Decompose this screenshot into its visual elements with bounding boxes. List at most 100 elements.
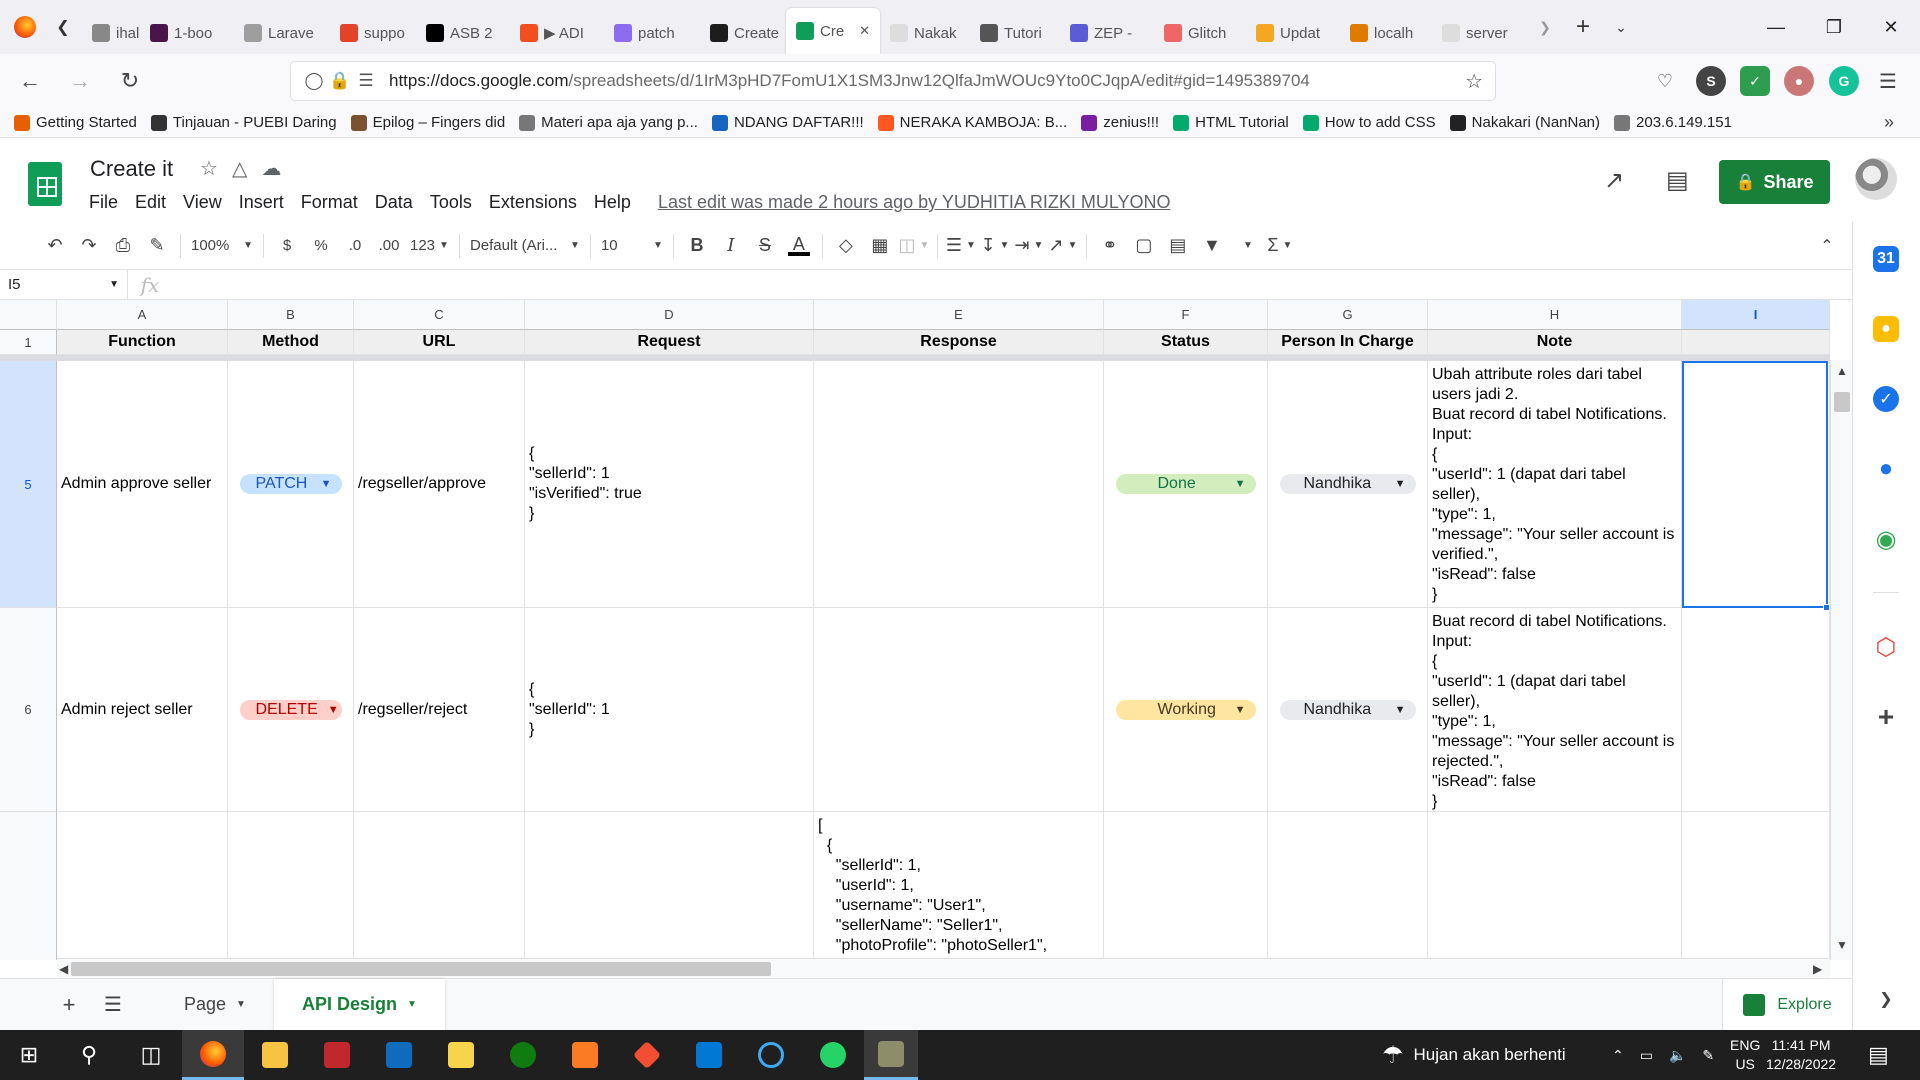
- browser-tab[interactable]: 1-boo: [140, 12, 234, 54]
- maximize-button[interactable]: ❐: [1805, 0, 1863, 54]
- menu-item-format[interactable]: Format: [301, 192, 358, 213]
- select-all-corner[interactable]: [0, 300, 57, 330]
- profile-s-icon[interactable]: S: [1696, 66, 1726, 96]
- status-cell[interactable]: Working ▼: [1104, 608, 1268, 812]
- increase-decimal-button[interactable]: .00: [372, 229, 406, 263]
- column-header-f[interactable]: F: [1104, 300, 1268, 330]
- browser-tab[interactable]: Tutori: [970, 12, 1060, 54]
- scroll-right-icon[interactable]: ▶: [1813, 962, 1822, 976]
- contacts-icon[interactable]: ●: [1873, 455, 1899, 482]
- bookmark-item[interactable]: How to add CSS: [1302, 114, 1436, 131]
- print-icon[interactable]: ⎙: [106, 229, 140, 263]
- menu-item-view[interactable]: View: [183, 192, 222, 213]
- menu-item-insert[interactable]: Insert: [239, 192, 284, 213]
- all-sheets-icon[interactable]: ☰: [96, 988, 130, 1022]
- volume-icon[interactable]: 🔈: [1669, 1047, 1686, 1064]
- red-app-icon[interactable]: [306, 1030, 368, 1080]
- filter-icon[interactable]: ▼: [1195, 229, 1229, 263]
- file-explorer-icon[interactable]: [244, 1030, 306, 1080]
- close-window-button[interactable]: ✕: [1862, 0, 1920, 54]
- header-cell-request[interactable]: Request: [525, 330, 814, 355]
- menu-item-help[interactable]: Help: [594, 192, 631, 213]
- header-cell-response[interactable]: Response: [814, 330, 1104, 355]
- scroll-up-icon[interactable]: ▲: [1836, 364, 1848, 378]
- bookmark-item[interactable]: Materi apa aja yang p...: [519, 114, 698, 131]
- chevron-down-icon[interactable]: ▼: [407, 999, 417, 1010]
- browser-tab[interactable]: Glitch: [1154, 12, 1246, 54]
- star-icon[interactable]: ☆: [200, 156, 218, 181]
- url-cell[interactable]: /regseller/approve: [354, 361, 525, 608]
- vertical-align-icon[interactable]: ↧ ▼: [978, 229, 1012, 263]
- sheets-logo-icon[interactable]: [28, 162, 62, 206]
- browser-tab[interactable]: patch: [604, 12, 700, 54]
- whatsapp-icon[interactable]: [802, 1030, 864, 1080]
- bookmark-item[interactable]: Getting Started: [14, 114, 137, 131]
- browser-tab[interactable]: Nakak: [880, 12, 970, 54]
- row-header[interactable]: 1: [0, 330, 57, 355]
- calendar-icon[interactable]: 31: [1873, 246, 1899, 272]
- menu-item-file[interactable]: File: [89, 192, 118, 213]
- merge-cells-icon[interactable]: ◫ ▼: [897, 229, 931, 263]
- xampp-icon[interactable]: [554, 1030, 616, 1080]
- name-box[interactable]: I5 ▼: [0, 269, 128, 300]
- tab-scroll-left-icon[interactable]: ❮: [44, 8, 82, 46]
- insert-chart-icon[interactable]: ▤: [1161, 229, 1195, 263]
- browser-tab[interactable]: ASB 2: [416, 12, 510, 54]
- filter-views-icon[interactable]: ▼: [1229, 229, 1263, 263]
- last-edit-link[interactable]: Last edit was made 2 hours ago by YUDHIT…: [658, 192, 1171, 213]
- redo-icon[interactable]: ↷: [72, 229, 106, 263]
- scroll-left-icon[interactable]: ◀: [59, 962, 68, 976]
- share-button[interactable]: 🔒 Share: [1719, 160, 1830, 204]
- row-header[interactable]: 6: [0, 608, 57, 812]
- response-cell[interactable]: [814, 361, 1104, 608]
- fill-color-icon[interactable]: ◇: [829, 229, 863, 263]
- currency-format-button[interactable]: $: [270, 229, 304, 263]
- expand-panel-icon[interactable]: ❯: [1873, 986, 1899, 1012]
- clock[interactable]: 11:41 PM 12/28/2022: [1766, 1036, 1836, 1074]
- browser-tab[interactable]: suppo: [330, 12, 416, 54]
- font-size-select[interactable]: 10 ▼: [597, 229, 667, 263]
- method-chip[interactable]: DELETE ▼: [239, 699, 342, 720]
- trending-icon[interactable]: ↗: [1604, 166, 1624, 195]
- addon-icon[interactable]: ⬡: [1873, 634, 1899, 661]
- horizontal-scroll-thumb[interactable]: [71, 962, 771, 976]
- extension-cat-icon[interactable]: ●: [1784, 66, 1814, 96]
- undo-icon[interactable]: ↶: [38, 229, 72, 263]
- explore-button[interactable]: Explore: [1722, 979, 1852, 1031]
- note-cell[interactable]: Ubah attribute roles dari tabel users ja…: [1428, 361, 1682, 608]
- bold-button[interactable]: B: [680, 229, 714, 263]
- menu-item-edit[interactable]: Edit: [135, 192, 166, 213]
- header-cell-function[interactable]: Function: [57, 330, 228, 355]
- column-header-d[interactable]: D: [525, 300, 814, 330]
- comments-icon[interactable]: ▤: [1666, 166, 1689, 195]
- pocket-icon[interactable]: ♡: [1650, 66, 1680, 96]
- function-cell[interactable]: [57, 812, 228, 960]
- row-header[interactable]: 5: [0, 361, 57, 608]
- decrease-decimal-button[interactable]: .0: [338, 229, 372, 263]
- browser-tab[interactable]: Updat: [1246, 12, 1340, 54]
- chevron-down-icon[interactable]: ▼: [236, 999, 246, 1010]
- search-icon[interactable]: ⚲: [58, 1030, 120, 1080]
- more-bookmarks-icon[interactable]: »: [1884, 112, 1894, 133]
- bookmark-item[interactable]: zenius!!!: [1081, 114, 1159, 131]
- menu-item-data[interactable]: Data: [375, 192, 413, 213]
- method-chip[interactable]: PATCH ▼: [239, 474, 342, 494]
- url-bar[interactable]: ◯ 🔒 ☰ https://docs.google.com/spreadshee…: [290, 61, 1496, 101]
- mail-icon[interactable]: [368, 1030, 430, 1080]
- person-chip[interactable]: Nandhika ▼: [1279, 474, 1416, 494]
- request-cell[interactable]: { "sellerId": 1 }: [525, 608, 814, 812]
- cloud-status-icon[interactable]: ☁: [261, 156, 281, 181]
- bookmark-item[interactable]: HTML Tutorial: [1173, 114, 1289, 131]
- person-chip[interactable]: Nandhika ▼: [1279, 699, 1416, 720]
- url-cell[interactable]: /regseller/reject: [354, 608, 525, 812]
- new-tab-icon[interactable]: +: [1564, 8, 1602, 46]
- browser-tab[interactable]: server: [1432, 12, 1526, 54]
- strikethrough-button[interactable]: S: [748, 229, 782, 263]
- battery-icon[interactable]: ▭: [1640, 1047, 1653, 1064]
- browser-tab[interactable]: localh: [1340, 12, 1432, 54]
- windows-start-icon[interactable]: ⊞: [0, 1030, 58, 1080]
- get-addons-icon[interactable]: +: [1873, 701, 1899, 732]
- permissions-icon[interactable]: ☰: [353, 71, 379, 91]
- lock-icon[interactable]: 🔒: [327, 71, 353, 91]
- response-cell[interactable]: [ { "sellerId": 1, "userId": 1, "usernam…: [814, 812, 1104, 960]
